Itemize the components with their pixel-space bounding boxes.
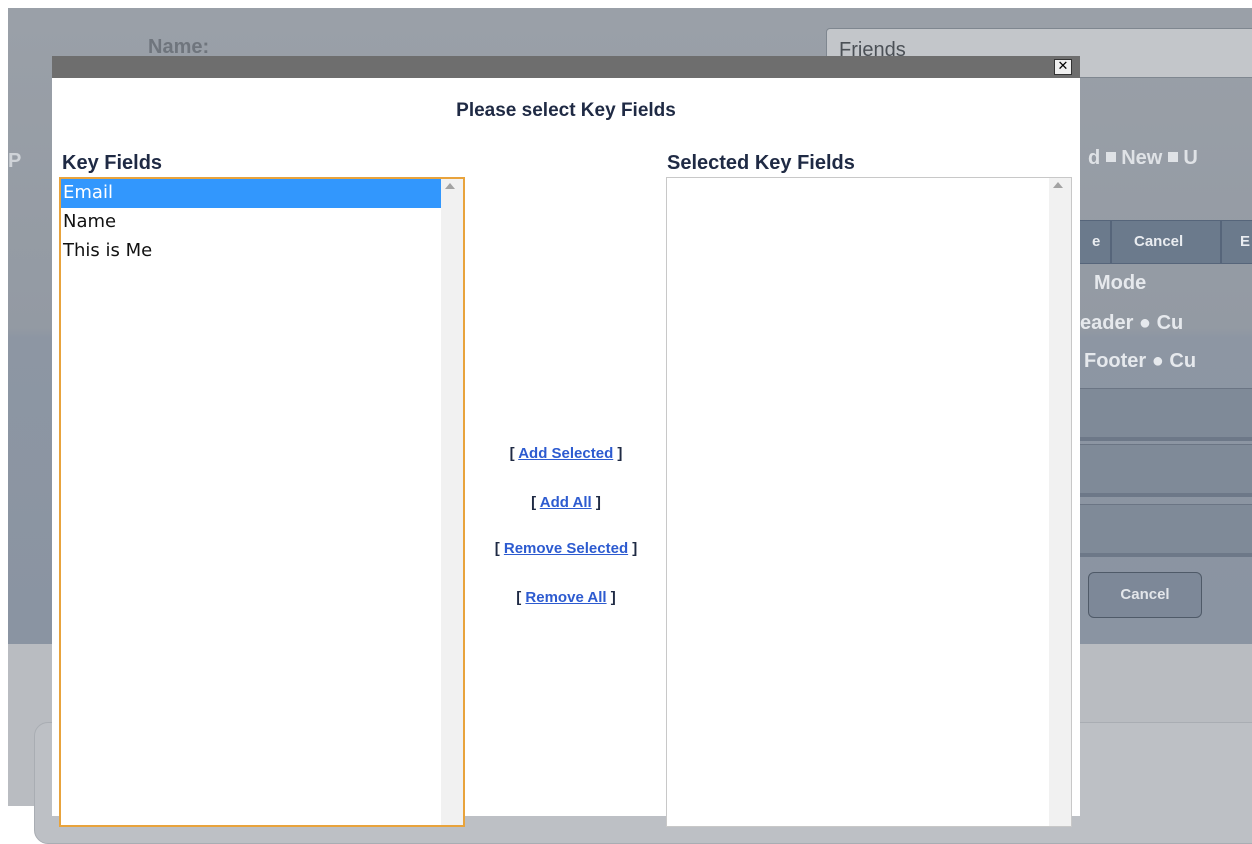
close-icon[interactable]: ✕: [1054, 59, 1072, 75]
background-cancel-button: Cancel: [1088, 572, 1202, 618]
legend-item-3: U: [1183, 147, 1198, 169]
key-fields-listbox[interactable]: Email Name This is Me: [59, 177, 465, 827]
background-toolbar-cancel: Cancel: [1134, 233, 1184, 250]
background-field-2: [1080, 444, 1252, 497]
remove-all-action: [ Remove All ]: [516, 589, 616, 606]
background-mode-label: Mode: [1094, 272, 1147, 294]
key-fields-label: Key Fields: [62, 152, 163, 174]
dialog-titlebar: ✕: [52, 56, 1080, 78]
background-field-3: [1080, 504, 1252, 557]
selected-key-fields-scrollbar[interactable]: [1049, 178, 1071, 826]
background-partial-label: P: [8, 150, 22, 172]
add-selected-action: [ Add Selected ]: [509, 445, 623, 462]
background-toolbar: e Cancel E: [1080, 220, 1252, 264]
scroll-up-icon[interactable]: [1053, 182, 1063, 188]
background-field-1: [1080, 388, 1252, 441]
key-fields-scrollbar[interactable]: [441, 179, 463, 825]
selected-key-fields-label: Selected Key Fields: [667, 152, 855, 174]
key-fields-dialog: ✕ Please select Key Fields Key Fields Se…: [52, 56, 1080, 827]
selected-key-fields-listbox[interactable]: [666, 177, 1072, 827]
background-toolbar-button-3: E: [1240, 233, 1251, 250]
remove-selected-action: [ Remove Selected ]: [494, 540, 638, 557]
legend-item-2: New: [1121, 147, 1163, 169]
background-header-option: eader ● Cu: [1080, 312, 1184, 334]
add-all-action: [ Add All ]: [531, 494, 601, 511]
remove-selected-link[interactable]: Remove Selected: [504, 540, 628, 557]
remove-all-link[interactable]: Remove All: [525, 589, 606, 606]
background-footer-option: Footer ● Cu: [1084, 350, 1197, 372]
scroll-up-icon[interactable]: [445, 183, 455, 189]
background-legend: d New U: [1088, 147, 1198, 170]
key-fields-items: Email Name This is Me: [61, 179, 441, 266]
background-toolbar-button-1: e: [1092, 233, 1101, 250]
dialog-heading: Please select Key Fields: [456, 100, 676, 121]
legend-item-1: d: [1088, 147, 1101, 169]
add-all-link[interactable]: Add All: [540, 494, 592, 511]
list-item[interactable]: Name: [61, 208, 441, 237]
list-item[interactable]: Email: [61, 179, 441, 208]
list-item[interactable]: This is Me: [61, 237, 441, 266]
add-selected-link[interactable]: Add Selected: [518, 445, 613, 462]
